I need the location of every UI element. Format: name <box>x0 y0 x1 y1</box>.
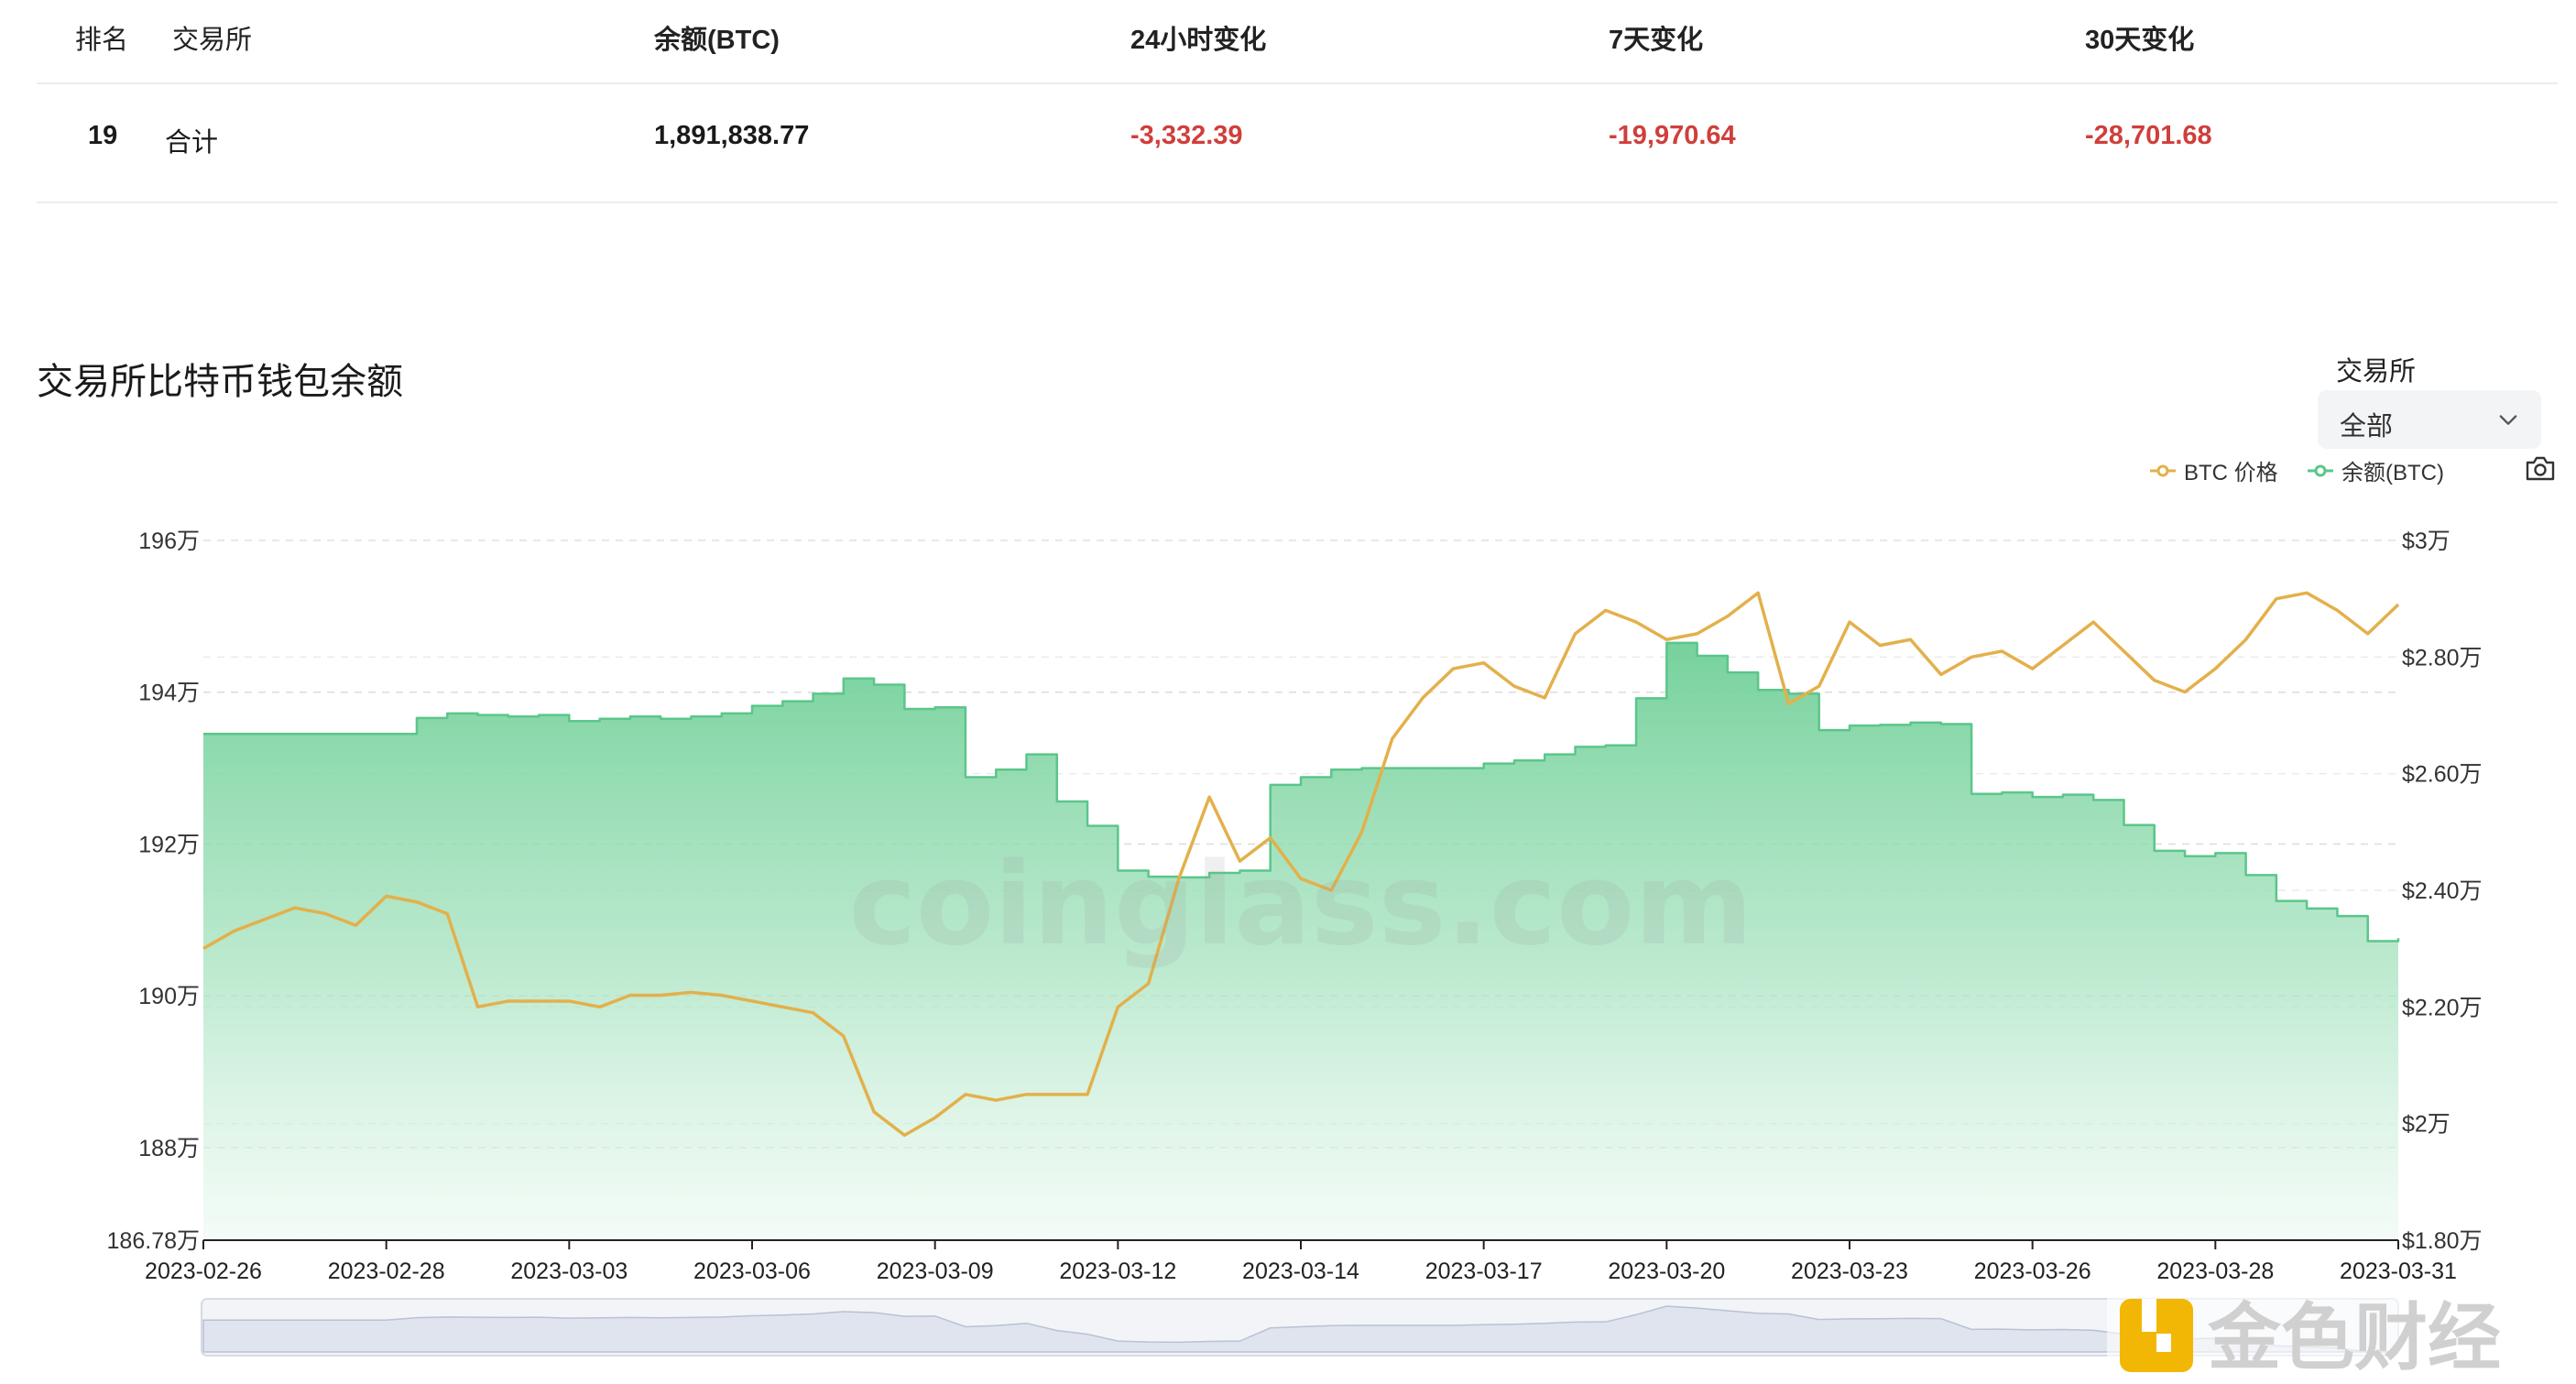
right-axis-tick-label: $2.40万 <box>2402 878 2483 904</box>
right-axis-tick-label: $2万 <box>2402 1112 2450 1138</box>
x-axis-tick-label: 2023-03-03 <box>510 1259 628 1284</box>
left-axis-tick-label: 194万 <box>138 681 200 706</box>
right-axis-tick-label: $2.60万 <box>2402 762 2483 788</box>
x-axis: 2023-02-26 2023-02-28 2023-03-03 2023-03-06… <box>145 1240 2457 1284</box>
left-axis-tick-label: 190万 <box>138 984 200 1009</box>
left-axis-tick-label: 186.78万 <box>107 1228 200 1254</box>
left-axis-tick-label: 192万 <box>138 832 200 857</box>
x-axis-tick-label: 2023-02-28 <box>328 1259 445 1284</box>
exchange-select-value: 全部 <box>2340 412 2394 441</box>
row-exchange: 合计 <box>165 128 219 158</box>
right-axis-tick-label: $1.80万 <box>2402 1228 2483 1254</box>
header-change-24h[interactable]: 24小时变化 <box>1130 18 1266 57</box>
header-exchange[interactable]: 交易所 <box>172 18 252 57</box>
x-axis-tick-label: 2023-03-23 <box>1791 1259 1908 1284</box>
legend-item-price[interactable]: BTC 价格 <box>2149 454 2278 487</box>
row-change-7d: -19,970.64 <box>1609 121 1736 150</box>
legend-line-marker-icon <box>2308 464 2333 476</box>
right-axis-tick-label: $3万 <box>2402 529 2450 554</box>
range-slider[interactable] <box>201 1298 2399 1357</box>
svg-text:金色财经: 金色财经 <box>2207 1295 2501 1379</box>
exchange-select[interactable]: 全部 <box>2318 390 2541 449</box>
chart-title: 交易所比特币钱包余额 <box>37 362 403 402</box>
legend-price-label: BTC 价格 <box>2184 461 2278 485</box>
table-row: 19 合计 1,891,838.77 -3,332.39 -19,970.64 … <box>37 84 2558 203</box>
legend-balance-label: 余额(BTC) <box>2341 461 2444 485</box>
right-axis: $1.80万 $2万 $2.20万 $2.40万 $2.60万 $2.80万 $3万 <box>2402 529 2483 1254</box>
header-balance[interactable]: 余额(BTC) <box>654 18 780 57</box>
watermark: coinglass.com <box>848 839 1752 971</box>
row-change-30d: -28,701.68 <box>2085 121 2212 150</box>
x-axis-tick-label: 2023-03-06 <box>693 1259 811 1284</box>
x-axis-tick-label: 2023-02-26 <box>145 1259 262 1284</box>
row-balance: 1,891,838.77 <box>654 121 810 150</box>
legend-item-balance[interactable]: 余额(BTC) <box>2307 454 2444 487</box>
x-axis-tick-label: 2023-03-26 <box>1974 1259 2091 1284</box>
x-axis-tick-label: 2023-03-09 <box>877 1259 994 1284</box>
left-axis: 186.78万 188万 190万 192万 194万 196万 <box>107 529 200 1254</box>
chevron-down-icon <box>2499 415 2517 425</box>
header-change-7d[interactable]: 7天变化 <box>1609 18 1703 57</box>
header-rank[interactable]: 排名 <box>75 18 128 57</box>
exchange-balance-chart[interactable]: coinglass.com 186.78万 188万 190万 192万 194万 196… <box>0 495 2576 1374</box>
row-change-24h: -3,332.39 <box>1130 121 1243 150</box>
left-axis-tick-label: 196万 <box>138 529 200 554</box>
row-rank: 19 <box>88 121 118 150</box>
x-axis-tick-label: 2023-03-14 <box>1242 1259 1359 1284</box>
brand-logo-icon: 金色财经 <box>2107 1284 2576 1380</box>
x-axis-tick-label: 2023-03-31 <box>2340 1259 2457 1284</box>
x-axis-tick-label: 2023-03-17 <box>1425 1259 1543 1284</box>
x-axis-tick-label: 2023-03-12 <box>1059 1259 1176 1284</box>
x-axis-tick-label: 2023-03-20 <box>1608 1259 1725 1284</box>
brand-logo: 金色财经 <box>2107 1284 2576 1380</box>
left-axis-tick-label: 188万 <box>138 1136 200 1161</box>
x-axis-tick-label: 2023-03-28 <box>2156 1259 2274 1284</box>
table-header-row: 排名 交易所 余额(BTC) 24小时变化 7天变化 30天变化 <box>37 0 2558 84</box>
legend-line-marker-icon <box>2150 464 2176 476</box>
header-change-30d[interactable]: 30天变化 <box>2085 18 2194 57</box>
camera-icon[interactable] <box>2525 454 2556 482</box>
exchange-filter-label: 交易所 <box>2336 357 2417 387</box>
exchange-summary-table: 排名 交易所 余额(BTC) 24小时变化 7天变化 30天变化 19 合计 1… <box>37 0 2558 203</box>
right-axis-tick-label: $2.20万 <box>2402 995 2483 1020</box>
right-axis-tick-label: $2.80万 <box>2402 645 2483 670</box>
